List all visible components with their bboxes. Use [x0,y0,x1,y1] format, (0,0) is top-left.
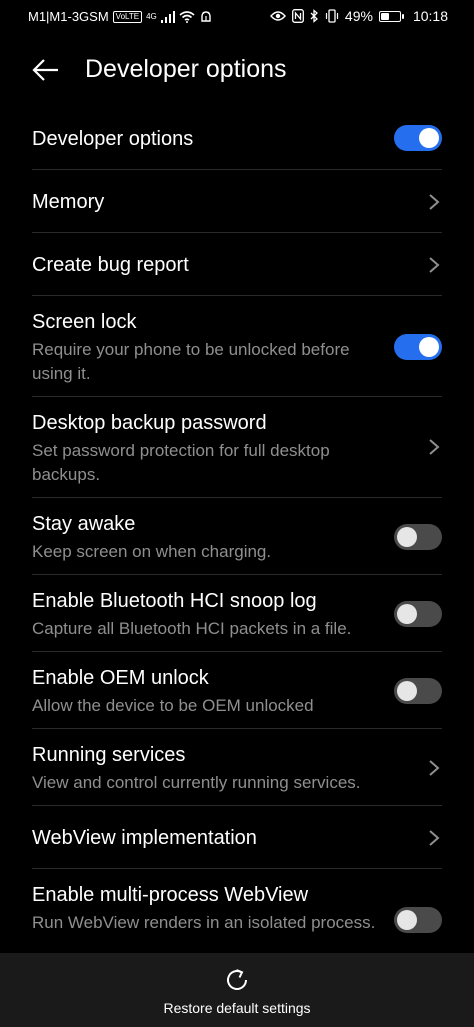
toggle-knob [419,337,439,357]
toggle-knob [397,681,417,701]
status-left: M1|M1-3GSM VoLTE 4G [28,9,213,24]
back-arrow-icon [32,59,58,81]
page-title: Developer options [85,55,287,83]
row-subtitle: Run WebView renders in an isolated proce… [32,913,376,932]
chevron-right-icon [429,257,440,273]
row-subtitle: Keep screen on when charging. [32,542,272,561]
refresh-icon [227,969,247,990]
status-bar: M1|M1-3GSM VoLTE 4G 49% 10:18 [0,0,474,34]
screen-lock-toggle[interactable] [394,334,442,360]
settings-list: Developer options Memory Create bug repo… [0,107,474,970]
screen: M1|M1-3GSM VoLTE 4G 49% 10:18 Developer … [0,0,474,1027]
restore-label: Restore default settings [163,1000,311,1016]
signal-icon [160,10,175,23]
back-button[interactable] [30,54,62,86]
row-title: Enable OEM unlock [32,667,209,689]
row-subtitle: View and control currently running servi… [32,773,361,792]
clock: 10:18 [412,8,448,24]
row-title: WebView implementation [32,827,257,849]
row-title: Screen lock [32,311,137,333]
row-title: Developer options [32,128,194,150]
chevron-right-icon [429,194,440,210]
row-title: Desktop backup password [32,412,267,434]
wifi-icon [179,10,195,23]
oem-unlock-toggle[interactable] [394,678,442,704]
restore-defaults-button[interactable]: Restore default settings [0,953,474,1027]
row-webview-implementation[interactable]: WebView implementation [32,806,442,869]
row-title: Running services [32,744,186,766]
android-debug-icon [201,10,211,22]
toggle-knob [419,128,439,148]
toggle-knob [397,604,417,624]
multi-process-webview-toggle[interactable] [394,907,442,933]
bluetooth-hci-snoop-toggle[interactable] [394,601,442,627]
row-screen-lock[interactable]: Screen lock Require your phone to be unl… [32,296,442,397]
eye-icon [269,11,286,21]
row-subtitle: Set password protection for full desktop… [32,441,330,484]
status-right: 49% 10:18 [269,8,448,24]
network-type: 4G [146,12,157,21]
header: Developer options [0,46,474,96]
row-title: Memory [32,191,105,213]
row-subtitle: Require your phone to be unlocked before… [32,340,350,383]
row-oem-unlock[interactable]: Enable OEM unlock Allow the device to be… [32,652,442,729]
battery-fill [380,12,389,20]
developer-options-toggle[interactable] [394,125,442,151]
row-developer-options[interactable]: Developer options [32,107,442,170]
row-title: Enable multi-process WebView [32,884,309,906]
stay-awake-toggle[interactable] [394,524,442,550]
toggle-knob [397,910,417,930]
row-subtitle: Capture all Bluetooth HCI packets in a f… [32,619,352,638]
row-subtitle: Allow the device to be OEM unlocked [32,696,314,715]
bluetooth-icon [310,9,318,23]
row-running-services[interactable]: Running services View and control curren… [32,729,442,806]
battery-icon [378,10,404,22]
row-memory[interactable]: Memory [32,170,442,233]
toggle-knob [397,527,417,547]
row-title: Enable Bluetooth HCI snoop log [32,590,317,612]
row-desktop-backup-password[interactable]: Desktop backup password Set password pro… [32,397,442,498]
carrier-label: M1|M1-3GSM [28,9,109,24]
row-title: Stay awake [32,513,136,535]
row-title: Create bug report [32,254,189,276]
volte-badge: VoLTE [112,10,143,23]
row-stay-awake[interactable]: Stay awake Keep screen on when charging. [32,498,442,575]
row-create-bug-report[interactable]: Create bug report [32,233,442,296]
battery-percent: 49% [344,8,373,24]
nfc-icon [291,9,304,23]
vibrate-icon [325,9,339,23]
row-bluetooth-hci-snoop[interactable]: Enable Bluetooth HCI snoop log Capture a… [32,575,442,652]
chevron-right-icon [429,439,440,455]
chevron-right-icon [429,760,440,776]
chevron-right-icon [429,830,440,846]
